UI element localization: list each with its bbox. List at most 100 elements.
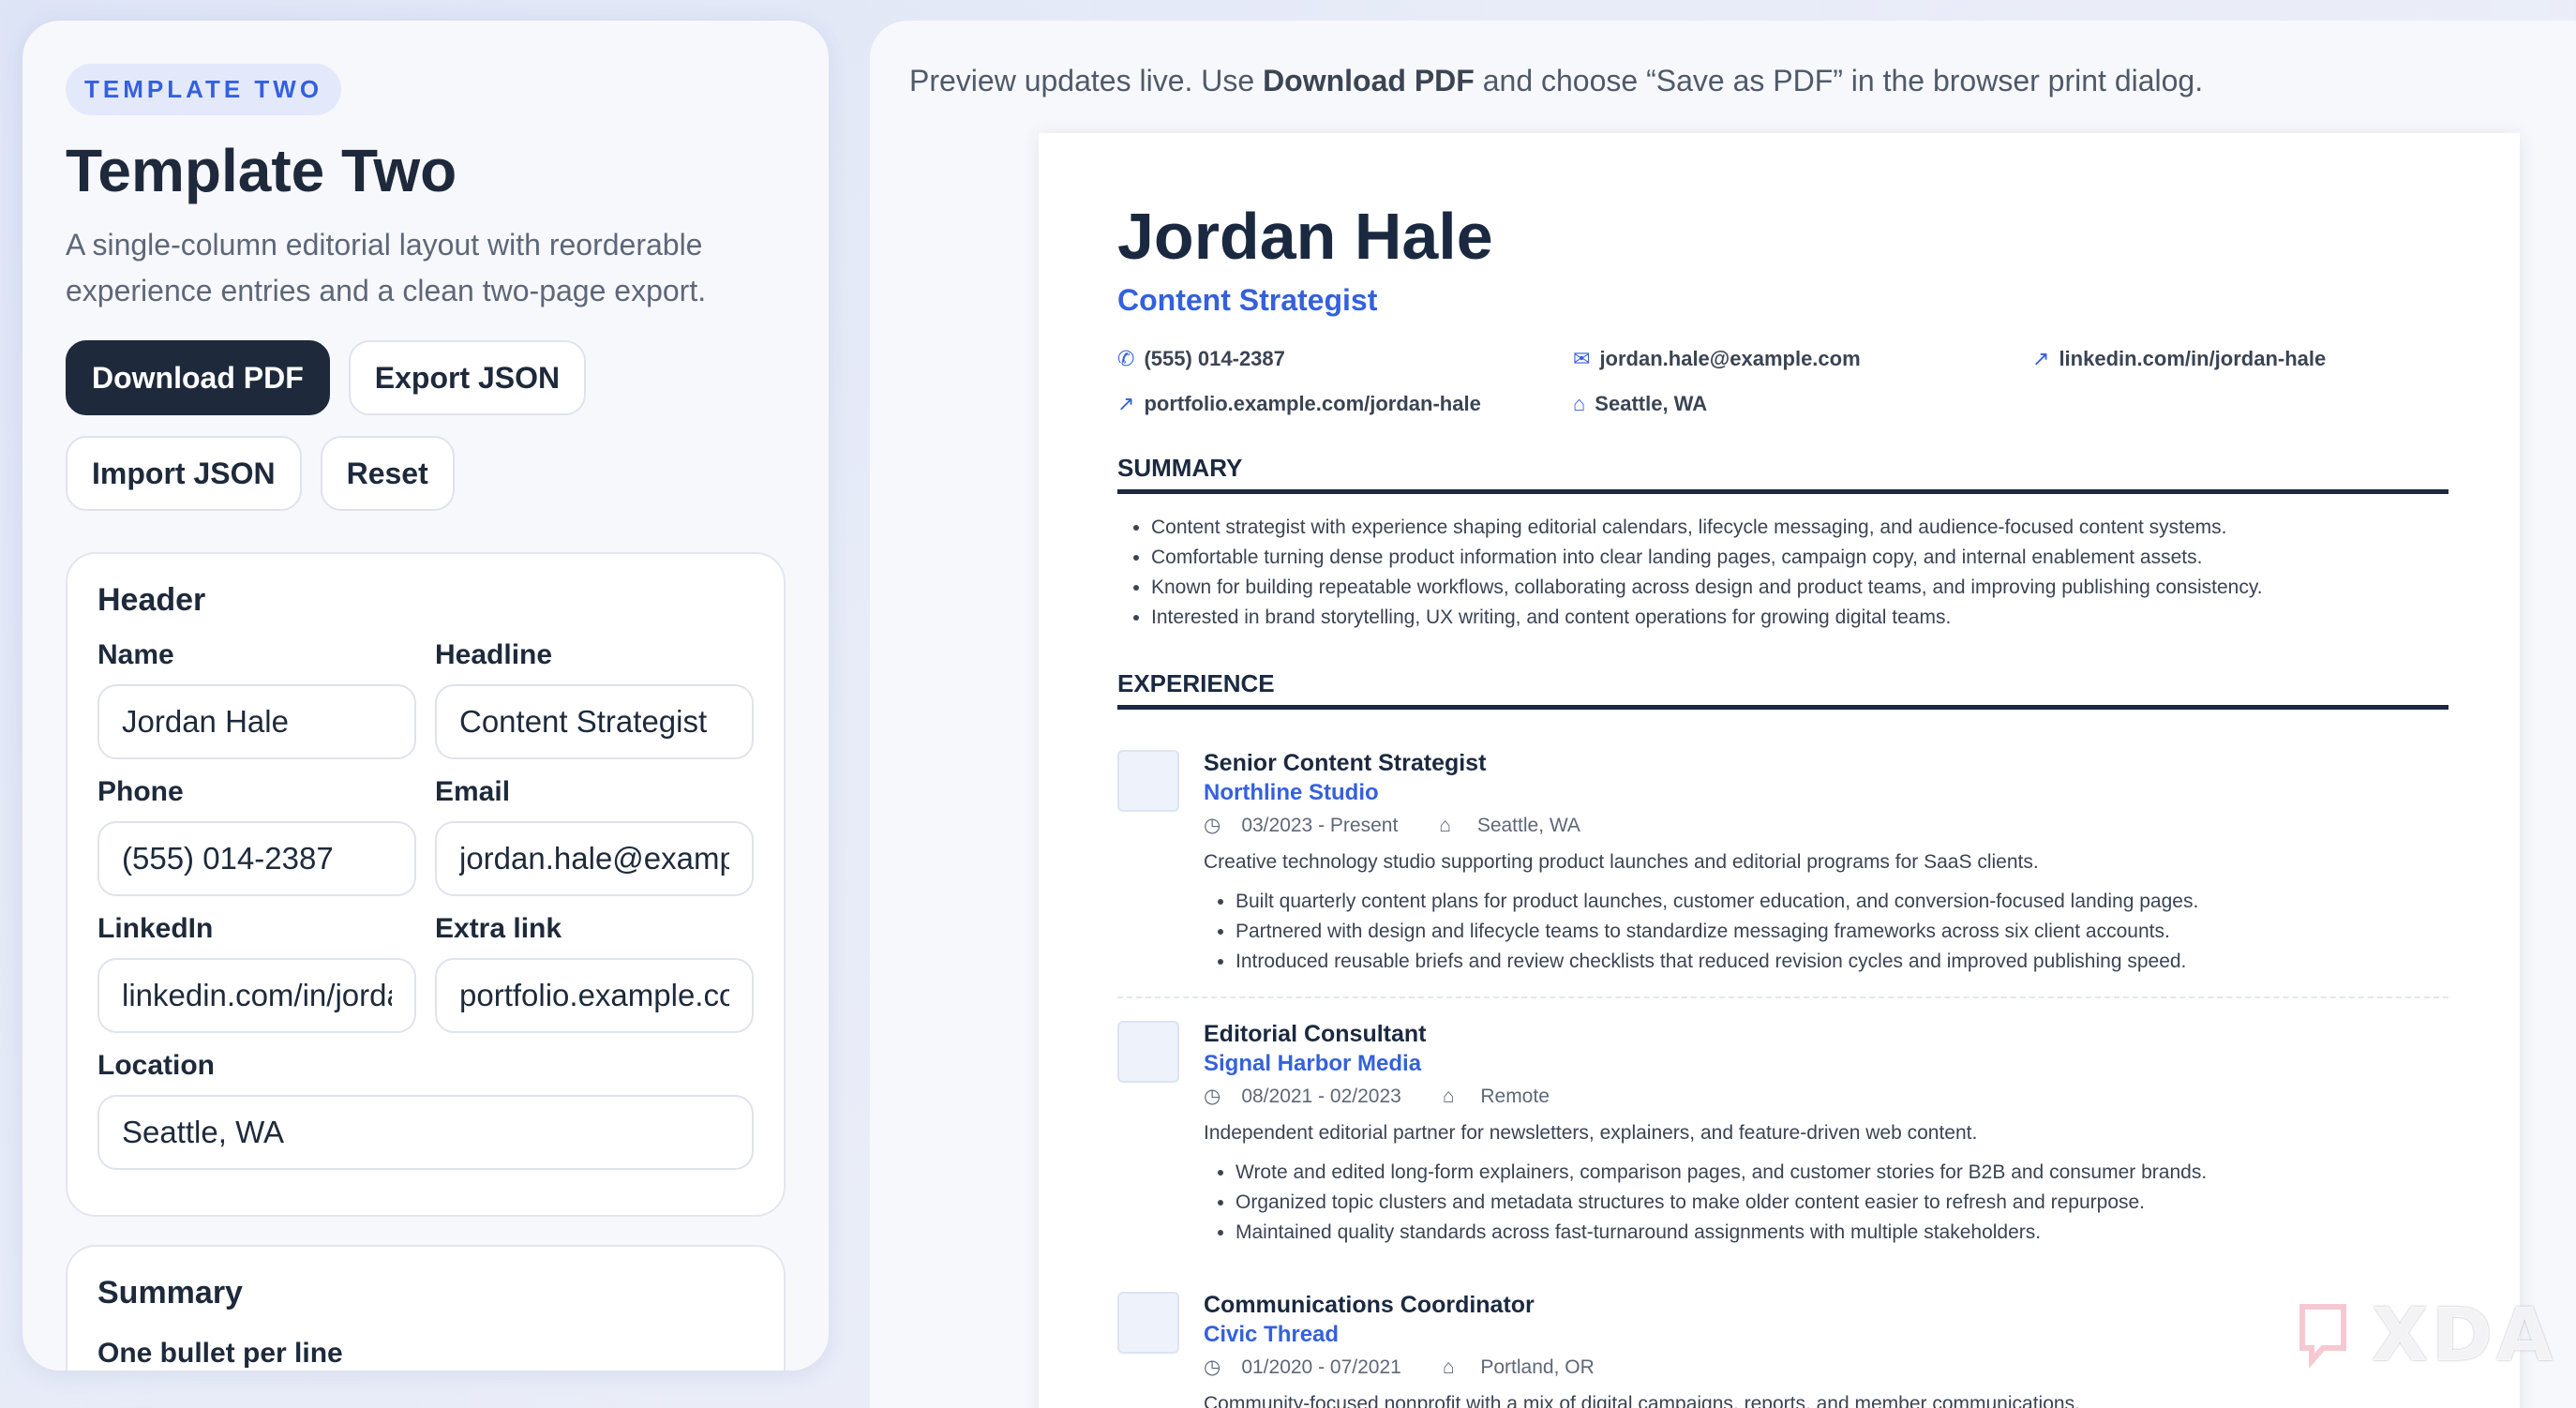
phone-input[interactable] [97,821,416,896]
experience-entry[interactable]: Editorial Consultant Signal Harbor Media… [1117,1004,2449,1276]
job-meta: ◷ 01/2020 - 07/2021 ⌂ Portland, OR [1204,1356,1636,1379]
summary-rule [1117,489,2449,494]
email-input[interactable] [435,821,754,896]
home-icon: ⌂ [1442,1086,1460,1107]
company-logo-placeholder [1117,1292,1179,1354]
job-title: Senior Content Strategist [1204,750,1487,776]
job-meta: ◷ 08/2021 - 02/2023 ⌂ Remote [1204,1085,1591,1108]
reset-button[interactable]: Reset [320,436,455,511]
headline-input[interactable] [435,684,754,759]
location-label: Location [97,1050,215,1081]
job-bullets: Built quarterly content plans for produc… [1236,887,2198,977]
experience-rule [1117,705,2449,710]
phone-field: Phone [97,776,416,896]
contact-location: ⌂ Seattle, WA [1573,392,1707,416]
import-json-button[interactable]: Import JSON [66,436,302,511]
location-field: Location [97,1050,754,1170]
job-dates: ◷ 03/2023 - Present [1204,815,1418,836]
linkedin-input[interactable] [97,958,416,1033]
headline-field: Headline [435,639,754,759]
extra-link-label: Extra link [435,913,562,944]
template-pill: TEMPLATE TWO [66,64,342,115]
job-dates-text: 08/2021 - 02/2023 [1241,1086,1401,1107]
job-bullet: Maintained quality standards across fast… [1236,1218,2207,1248]
job-dates: ◷ 08/2021 - 02/2023 [1204,1086,1422,1107]
entry-divider [1117,996,2449,998]
extra-link-field: Extra link [435,913,754,1033]
job-title: Communications Coordinator [1204,1292,1535,1318]
summary-sublabel: One bullet per line [97,1338,343,1369]
company-logo-placeholder [1117,750,1179,812]
header-card: Header Name Headline Phone Email LinkedI… [66,552,786,1217]
preview-note-prefix: Preview updates live. Use [909,64,1264,97]
clock-icon: ◷ [1204,1356,1221,1378]
contact-linkedin-text: linkedin.com/in/jordan-hale [2059,347,2327,370]
job-title: Editorial Consultant [1204,1021,1427,1047]
job-location-text: Portland, OR [1480,1356,1595,1378]
contact-linkedin: ↗ linkedin.com/in/jordan-hale [2032,347,2326,371]
job-bullet: Organized topic clusters and metadata st… [1236,1188,2207,1218]
linkedin-field: LinkedIn [97,913,416,1033]
job-company: Civic Thread [1204,1322,1340,1347]
clock-icon: ◷ [1204,815,1221,836]
export-json-button[interactable]: Export JSON [348,340,587,415]
job-bullets: Wrote and edited long-form explainers, c… [1236,1158,2207,1248]
summary-card: Summary One bullet per line [66,1245,786,1371]
link-arrow-icon: ↗ [2032,347,2050,370]
job-dates: ◷ 01/2020 - 07/2021 [1204,1356,1422,1378]
xda-watermark: XDA [2372,1294,2557,1378]
job-location-text: Seattle, WA [1476,815,1580,836]
name-input[interactable] [97,684,416,759]
summary-heading: SUMMARY [1117,454,1243,482]
home-icon: ⌂ [1573,392,1586,415]
home-icon: ⌂ [1442,1356,1460,1378]
preview-note-bold: Download PDF [1263,64,1475,97]
preview-note: Preview updates live. Use Download PDF a… [909,64,2203,98]
header-card-title: Header [97,582,206,618]
link-arrow-icon: ↗ [1117,392,1135,415]
summary-item: Content strategist with experience shapi… [1151,513,2263,543]
phone-icon: ✆ [1117,347,1135,370]
contact-email-text: jordan.hale@example.com [1599,347,1861,370]
extra-link-input[interactable] [435,958,754,1033]
xda-logo-icon [2299,1304,2346,1370]
resume-page: Jordan Hale Content Strategist ✆ (555) 01… [1039,133,2520,1408]
summary-list: Content strategist with experience shapi… [1151,513,2263,633]
headline-label: Headline [435,639,553,670]
job-company: Northline Studio [1204,780,1379,805]
job-description: Creative technology studio supporting pr… [1204,851,2039,873]
email-label: Email [435,776,511,807]
summary-item: Comfortable turning dense product inform… [1151,543,2263,573]
name-field: Name [97,639,416,759]
name-label: Name [97,639,174,670]
mail-icon: ✉ [1573,347,1591,370]
job-bullet: Built quarterly content plans for produc… [1236,887,2198,917]
editor-panel: TEMPLATE TWO Template Two A single-colum… [22,21,829,1371]
preview-note-suffix: and choose “Save as PDF” in the browser … [1474,64,2204,97]
action-row-2: Import JSON Reset [66,436,786,511]
job-location-text: Remote [1480,1086,1550,1107]
job-location: ⌂ Seattle, WA [1439,815,1601,836]
location-input[interactable] [97,1095,754,1170]
job-location: ⌂ Remote [1443,1086,1570,1107]
job-dates-text: 01/2020 - 07/2021 [1241,1356,1401,1378]
contact-email: ✉ jordan.hale@example.com [1573,347,1861,371]
experience-entry[interactable]: Senior Content Strategist Northline Stud… [1117,733,2449,1005]
job-description: Community-focused nonprofit with a mix o… [1204,1393,2080,1408]
download-pdf-button[interactable]: Download PDF [66,340,330,415]
panel-description: A single-column editorial layout with re… [66,228,707,307]
header-fields: Name Headline Phone Email LinkedIn Extra… [97,639,754,1187]
summary-item: Known for building repeatable workflows,… [1151,573,2263,603]
resume-headline: Content Strategist [1117,283,1378,317]
job-company: Signal Harbor Media [1204,1051,1422,1076]
summary-card-title: Summary [97,1275,243,1311]
job-bullet: Partnered with design and lifecycle team… [1236,917,2198,947]
company-logo-placeholder [1117,1021,1179,1083]
preview-panel: Preview updates live. Use Download PDF a… [870,21,2576,1408]
summary-item: Interested in brand storytelling, UX wri… [1151,603,2263,633]
action-row-1: Download PDF Export JSON [66,340,786,415]
clock-icon: ◷ [1204,1086,1221,1107]
job-location: ⌂ Portland, OR [1443,1356,1615,1378]
experience-entry[interactable]: Communications Coordinator Civic Thread … [1117,1275,2449,1408]
contact-portfolio-text: portfolio.example.com/jordan-hale [1144,392,1481,415]
